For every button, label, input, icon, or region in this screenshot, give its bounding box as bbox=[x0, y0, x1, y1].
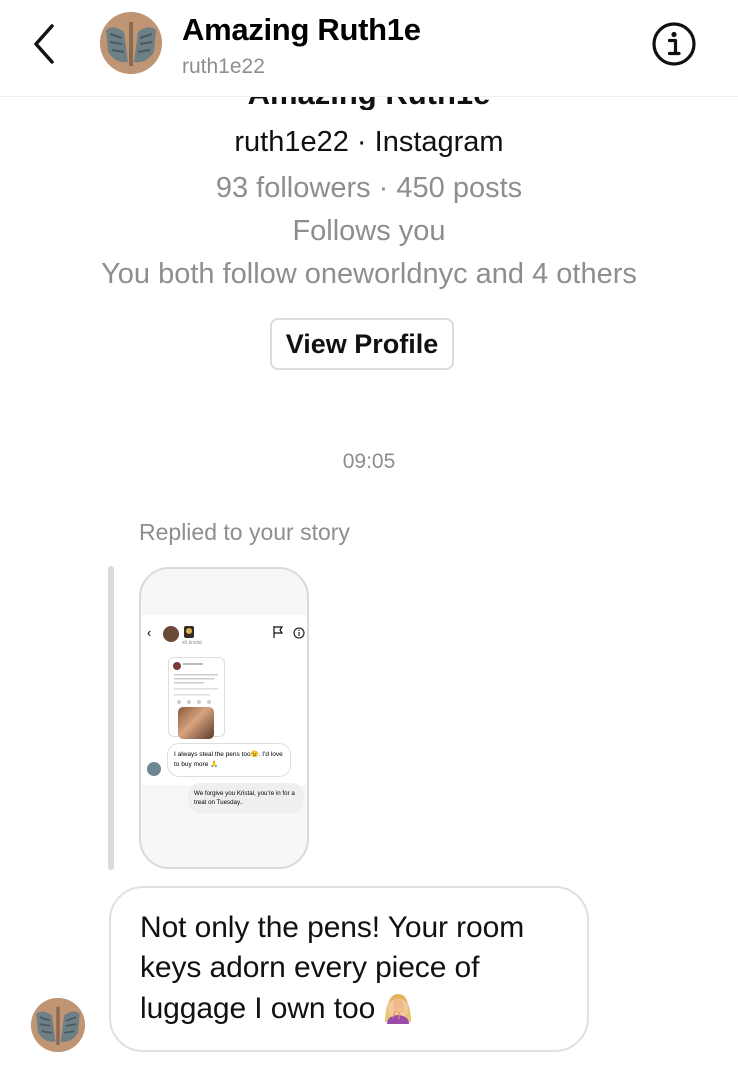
message-bubble[interactable]: Not only the pens! Your room keys adorn … bbox=[109, 886, 589, 1052]
header-name[interactable]: Amazing Ruth1e bbox=[182, 12, 421, 48]
mutual-followers: You both follow oneworldnyc and 4 others bbox=[101, 258, 637, 290]
view-profile-button[interactable]: View Profile bbox=[270, 318, 454, 370]
profile-stats: 93 followers · 450 posts bbox=[215, 172, 523, 204]
header-handle: ruth1e22 bbox=[182, 55, 265, 78]
mini-chat-header: ‹ sh.kristal bbox=[141, 615, 307, 654]
message-timestamp: 09:05 bbox=[342, 450, 396, 473]
story-thumbnail[interactable]: ‹ sh.kristal I always steal the pens too… bbox=[139, 567, 309, 869]
profile-name-clipped: Amazing Ruth1e bbox=[0, 96, 738, 110]
replied-to-story-label: Replied to your story bbox=[139, 519, 350, 545]
profile-subtitle: ruth1e22 · Instagram bbox=[234, 126, 504, 158]
chevron-left-icon bbox=[34, 24, 54, 64]
mini-handle: sh.kristal bbox=[182, 640, 202, 646]
mini-logo-icon bbox=[184, 626, 194, 638]
mini-avatar bbox=[163, 626, 179, 642]
avatar-image bbox=[100, 12, 162, 74]
avatar-image bbox=[31, 998, 85, 1052]
mini-photo bbox=[178, 707, 214, 739]
message-text-container: Not only the pens! Your room keys adorn … bbox=[140, 908, 560, 1029]
mini-outgoing-message: We forgive you Kristal, you're in for a … bbox=[188, 783, 304, 813]
sender-avatar[interactable] bbox=[31, 998, 85, 1052]
header-avatar[interactable] bbox=[100, 12, 162, 74]
mini-info-icon bbox=[293, 627, 305, 639]
profile-name: Amazing Ruth1e bbox=[0, 96, 738, 110]
mini-sender-avatar bbox=[147, 762, 161, 776]
mini-post-lines bbox=[173, 662, 218, 704]
info-circle-icon bbox=[652, 22, 696, 66]
follows-you-label: Follows you bbox=[292, 215, 446, 247]
reply-indicator-line bbox=[108, 566, 114, 870]
chat-header: Amazing Ruth1e ruth1e22 bbox=[0, 0, 738, 97]
back-button[interactable] bbox=[26, 20, 66, 68]
facepalm-emoji-icon bbox=[385, 994, 412, 1024]
mini-incoming-message: I always steal the pens too😉. I'd love t… bbox=[167, 743, 291, 777]
mini-flag-icon bbox=[273, 626, 284, 638]
mini-chevron-left-icon: ‹ bbox=[147, 625, 152, 640]
message-text: Not only the pens! Your room keys adorn … bbox=[140, 911, 525, 1025]
info-button[interactable] bbox=[650, 20, 698, 68]
